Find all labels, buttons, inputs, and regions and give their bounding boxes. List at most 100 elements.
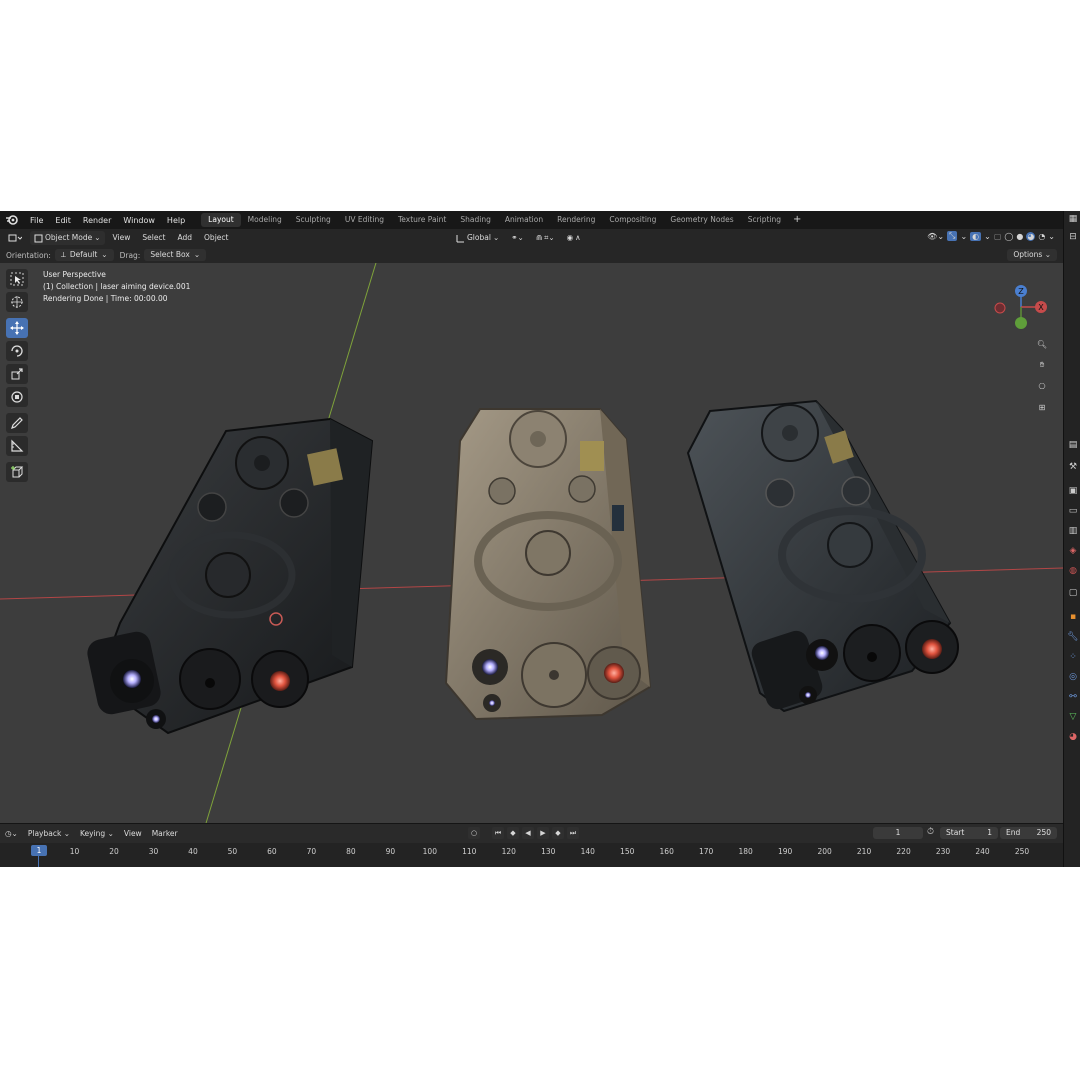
laser-device-black[interactable] bbox=[85, 417, 374, 735]
tab-modeling[interactable]: Modeling bbox=[241, 213, 289, 227]
material-properties-icon[interactable]: ◕ bbox=[1067, 731, 1079, 743]
current-frame-input[interactable]: 1 bbox=[873, 827, 923, 839]
timeline-editor-type-icon[interactable]: ◷⌄ bbox=[0, 829, 23, 838]
add-cube-tool[interactable] bbox=[6, 462, 28, 482]
rendered-shading-icon[interactable]: ◔ bbox=[1038, 232, 1045, 241]
particles-properties-icon[interactable]: ⁘ bbox=[1067, 651, 1079, 663]
timeline-menu-keying[interactable]: Keying ⌄ bbox=[75, 829, 119, 838]
menu-file[interactable]: File bbox=[24, 216, 49, 225]
collection-properties-icon[interactable]: ▢ bbox=[1067, 587, 1079, 599]
end-frame-input[interactable]: End 250 bbox=[1000, 827, 1057, 839]
menu-add[interactable]: Add bbox=[174, 231, 197, 245]
timeline-menu-marker[interactable]: Marker bbox=[147, 829, 183, 838]
zoom-view-button[interactable]: 🔍︎ bbox=[1033, 335, 1051, 353]
tab-scripting[interactable]: Scripting bbox=[741, 213, 788, 227]
menu-edit[interactable]: Edit bbox=[49, 216, 77, 225]
jump-to-keyframe-forward-button[interactable]: ◆ bbox=[552, 827, 564, 839]
view-layer-properties-icon[interactable]: ▥ bbox=[1067, 525, 1079, 537]
start-frame-input[interactable]: Start 1 bbox=[940, 827, 998, 839]
move-tool[interactable] bbox=[6, 318, 28, 338]
transform-tool[interactable] bbox=[6, 387, 28, 407]
options-dropdown[interactable]: Options ⌄ bbox=[1007, 249, 1057, 261]
transform-orientation-dropdown[interactable]: Global ⌄ bbox=[452, 231, 503, 245]
menu-render[interactable]: Render bbox=[77, 216, 117, 225]
gizmo-y-axis[interactable] bbox=[1015, 317, 1027, 329]
constraints-properties-icon[interactable]: ⚯ bbox=[1067, 691, 1079, 703]
scale-tool[interactable] bbox=[6, 364, 28, 384]
cursor-tool[interactable] bbox=[6, 292, 28, 312]
ortho-toggle-button[interactable]: ⊞ bbox=[1033, 398, 1051, 416]
scene-properties-icon[interactable]: ◈ bbox=[1067, 545, 1079, 557]
tab-texture-paint[interactable]: Texture Paint bbox=[391, 213, 453, 227]
laser-device-tan[interactable] bbox=[444, 408, 652, 721]
solid-shading-icon[interactable]: ● bbox=[1016, 232, 1023, 241]
blender-logo-icon[interactable] bbox=[4, 213, 20, 227]
play-reverse-button[interactable]: ◀ bbox=[522, 827, 534, 839]
ruler-tick-label: 110 bbox=[462, 847, 477, 856]
modifier-properties-icon[interactable]: 🔧︎ bbox=[1067, 631, 1079, 643]
annotate-tool[interactable] bbox=[6, 413, 28, 433]
material-preview-icon[interactable]: ◕ bbox=[1026, 231, 1036, 241]
chevron-down-icon[interactable]: ⌄ bbox=[984, 232, 991, 241]
jump-to-start-button[interactable]: ⏮ bbox=[492, 827, 504, 839]
current-frame-indicator[interactable]: 1 bbox=[31, 845, 47, 856]
rotate-tool[interactable] bbox=[6, 341, 28, 361]
menu-help[interactable]: Help bbox=[161, 216, 191, 225]
workspace-tabs: Layout Modeling Sculpting UV Editing Tex… bbox=[201, 211, 806, 229]
collection-icon[interactable]: ⊟ bbox=[1067, 231, 1079, 243]
auto-keying-button[interactable]: ○ bbox=[468, 827, 480, 839]
world-properties-icon[interactable]: ◍ bbox=[1067, 565, 1079, 577]
xray-toggle-icon[interactable]: ▢ bbox=[994, 232, 1002, 241]
tab-uv-editing[interactable]: UV Editing bbox=[338, 213, 391, 227]
wireframe-shading-icon[interactable]: ◯ bbox=[1004, 232, 1013, 241]
snap-button[interactable]: ⋒ ⌗⌄ bbox=[532, 231, 559, 245]
object-properties-icon[interactable]: ▪ bbox=[1067, 611, 1079, 623]
stopwatch-icon[interactable]: ⏱ bbox=[927, 827, 934, 837]
gizmo-neg-x-axis[interactable] bbox=[994, 302, 1006, 314]
outliner-icon[interactable]: ▦ bbox=[1067, 213, 1079, 225]
menu-select[interactable]: Select bbox=[138, 231, 169, 245]
editor-type-icon[interactable]: ▤ bbox=[1067, 439, 1079, 451]
chevron-down-icon[interactable]: ⌄ bbox=[1048, 232, 1055, 241]
overlays-toggle-icon[interactable]: ◐ bbox=[970, 231, 982, 241]
tool-properties-icon[interactable]: ⚒ bbox=[1067, 461, 1079, 473]
tab-shading[interactable]: Shading bbox=[453, 213, 497, 227]
3d-viewport[interactable]: User Perspective (1) Collection | laser … bbox=[0, 263, 1063, 823]
visibility-icon[interactable]: 👁⌄ bbox=[927, 232, 944, 241]
tab-animation[interactable]: Animation bbox=[498, 213, 550, 227]
timeline-menu-playback[interactable]: Playback ⌄ bbox=[23, 829, 75, 838]
play-button[interactable]: ▶ bbox=[537, 827, 549, 839]
tab-sculpting[interactable]: Sculpting bbox=[289, 213, 338, 227]
navigation-gizmo[interactable]: Z X bbox=[993, 283, 1053, 333]
render-properties-icon[interactable]: ▣ bbox=[1067, 485, 1079, 497]
laser-device-grey[interactable] bbox=[686, 399, 959, 713]
pan-view-button[interactable]: ✋︎ bbox=[1033, 356, 1051, 374]
tab-rendering[interactable]: Rendering bbox=[550, 213, 602, 227]
gizmo-toggle-icon[interactable]: ⤡ bbox=[947, 231, 958, 241]
physics-properties-icon[interactable]: ◎ bbox=[1067, 671, 1079, 683]
jump-to-keyframe-back-button[interactable]: ◆ bbox=[507, 827, 519, 839]
tab-geometry-nodes[interactable]: Geometry Nodes bbox=[663, 213, 740, 227]
camera-view-button[interactable]: ⎔ bbox=[1033, 377, 1051, 395]
timeline-menu-view[interactable]: View bbox=[119, 829, 147, 838]
editor-type-button[interactable] bbox=[4, 231, 26, 245]
pivot-point-button[interactable]: ⚭⌄ bbox=[507, 231, 528, 245]
add-workspace-button[interactable]: + bbox=[788, 213, 806, 227]
menu-object[interactable]: Object bbox=[200, 231, 232, 245]
ruler-tick-label: 240 bbox=[975, 847, 990, 856]
drag-dropdown[interactable]: Select Box ⌄ bbox=[144, 249, 207, 261]
select-box-tool[interactable] bbox=[6, 269, 28, 289]
chevron-down-icon[interactable]: ⌄ bbox=[960, 232, 967, 241]
tab-layout[interactable]: Layout bbox=[201, 213, 241, 227]
frame-ruler[interactable]: 1 10 20 30 40 50 60 70 80 90 100 110 120 130 140 150 16… bbox=[0, 843, 1063, 867]
menu-view[interactable]: View bbox=[109, 231, 135, 245]
proportional-edit-button[interactable]: ◉ ∧ bbox=[563, 231, 585, 245]
data-properties-icon[interactable]: ▽ bbox=[1067, 711, 1079, 723]
tab-compositing[interactable]: Compositing bbox=[602, 213, 663, 227]
object-mode-dropdown[interactable]: Object Mode ⌄ bbox=[30, 231, 105, 245]
orientation-dropdown[interactable]: ⟂ Default ⌄ bbox=[54, 249, 114, 261]
menu-window[interactable]: Window bbox=[117, 216, 161, 225]
output-properties-icon[interactable]: ▭ bbox=[1067, 505, 1079, 517]
measure-tool[interactable] bbox=[6, 436, 28, 456]
jump-to-end-button[interactable]: ⏭ bbox=[567, 827, 579, 839]
